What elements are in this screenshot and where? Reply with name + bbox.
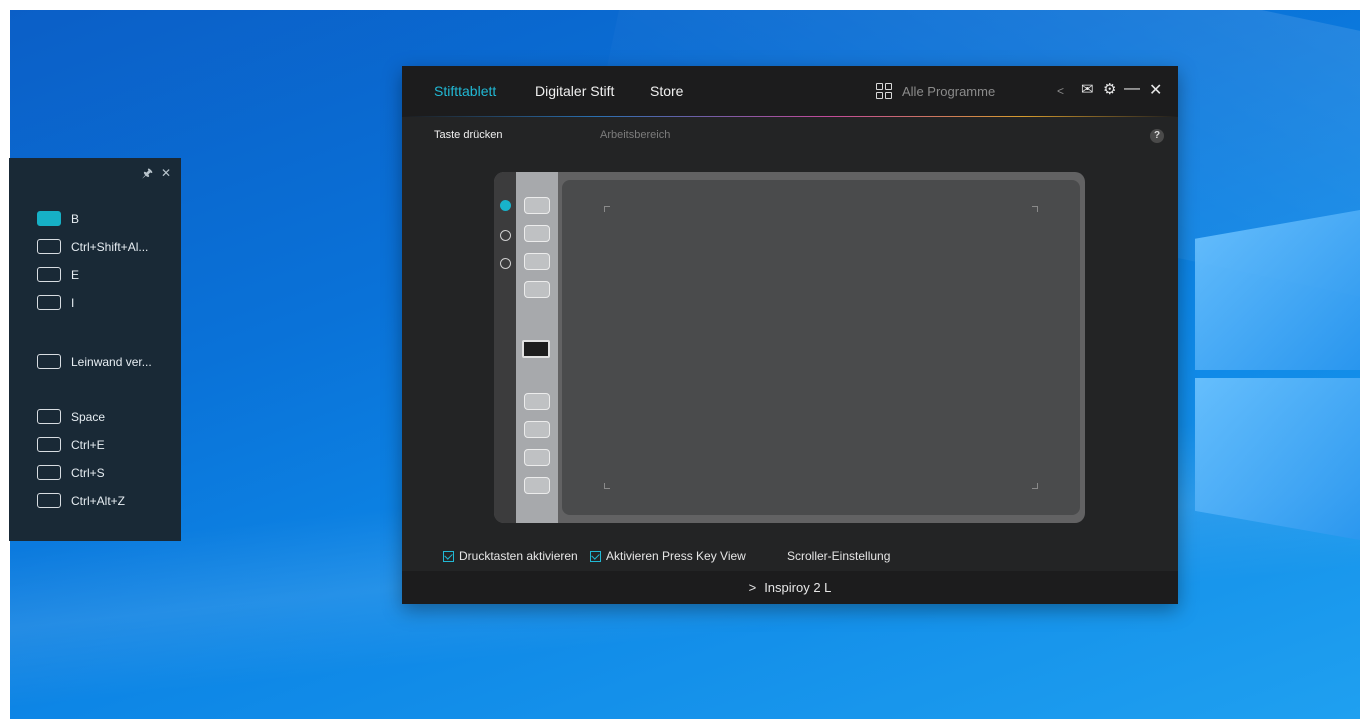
help-icon[interactable]: ?	[1150, 129, 1164, 143]
key-label: E	[71, 267, 80, 282]
key-indicator	[37, 465, 61, 480]
key-indicator	[37, 239, 61, 254]
tab-store[interactable]: Store	[650, 83, 683, 99]
panel-tools: 🖈 ✕	[134, 164, 171, 185]
checkbox-icon[interactable]	[590, 550, 601, 562]
grid-icon	[876, 83, 892, 99]
chevron-left-icon[interactable]: <	[1057, 84, 1064, 98]
tab-stifttablett[interactable]: Stifttablett	[434, 83, 496, 99]
tablet-key-2[interactable]	[524, 225, 550, 242]
minimize-icon[interactable]: —	[1124, 80, 1140, 98]
subtab-taste-druecken[interactable]: Taste drücken	[434, 129, 502, 141]
checkbox-press-key-view[interactable]: Aktivieren Press Key View	[590, 549, 746, 563]
chevron-right-icon: >	[748, 580, 757, 595]
corner-mark	[1032, 206, 1038, 212]
key-indicator-dot	[500, 230, 511, 241]
divider	[402, 116, 1178, 117]
key-item[interactable]: Ctrl+E	[37, 437, 105, 452]
tablet-key-1[interactable]	[524, 197, 550, 214]
device-name: Inspiroy 2 L	[764, 580, 832, 595]
driver-window: Stifttablett Digitaler Stift Store Alle …	[402, 66, 1178, 604]
key-label: Ctrl+S	[71, 465, 105, 480]
program-selector[interactable]: Alle Programme <	[876, 80, 1064, 102]
key-label: Space	[71, 409, 106, 424]
key-item[interactable]: B	[37, 211, 79, 226]
corner-mark	[1032, 483, 1038, 489]
close-icon[interactable]: ✕	[1149, 80, 1162, 100]
key-item[interactable]: E	[37, 267, 79, 282]
tablet-key-3[interactable]	[524, 253, 550, 270]
key-item[interactable]: Leinwand ver...	[37, 354, 152, 369]
program-selector-label: Alle Programme	[902, 83, 996, 99]
tablet-key-6[interactable]	[524, 421, 550, 438]
subtab-arbeitsbereich[interactable]: Arbeitsbereich	[600, 129, 670, 141]
key-item[interactable]: I	[37, 295, 74, 310]
gear-icon[interactable]: ⚙	[1103, 80, 1116, 98]
corner-mark	[604, 206, 610, 212]
pin-icon[interactable]: 🖈	[142, 166, 153, 180]
press-key-panel: 🖈 ✕ B Ctrl+Shift+Al... E I Leinwand ver..…	[9, 158, 181, 541]
key-item[interactable]: Space	[37, 409, 105, 424]
key-label: B	[71, 211, 80, 226]
tablet-key-4[interactable]	[524, 281, 550, 298]
key-indicator	[37, 409, 61, 424]
corner-mark	[604, 483, 610, 489]
key-label: Leinwand ver...	[71, 354, 152, 369]
key-indicator	[37, 267, 61, 282]
key-label: Ctrl+E	[71, 437, 105, 452]
mail-icon[interactable]: ✉	[1081, 80, 1094, 98]
key-indicator-dot	[500, 200, 511, 211]
tablet-illustration	[494, 172, 1085, 523]
key-indicator-dot	[500, 258, 511, 269]
checkbox-label: Aktivieren Press Key View	[606, 549, 746, 563]
scroll-roller[interactable]	[522, 340, 550, 358]
scroller-settings-link[interactable]: Scroller-Einstellung	[787, 549, 890, 563]
key-indicator	[37, 354, 61, 369]
tablet-key-8[interactable]	[524, 477, 550, 494]
active-area	[562, 180, 1080, 515]
tablet-side	[494, 172, 516, 523]
key-indicator	[37, 493, 61, 508]
key-item[interactable]: Ctrl+Alt+Z	[37, 493, 125, 508]
key-indicator	[37, 437, 61, 452]
key-label: Ctrl+Alt+Z	[71, 493, 126, 508]
key-item[interactable]: Ctrl+S	[37, 465, 105, 480]
key-label: Ctrl+Shift+Al...	[71, 239, 149, 254]
checkbox-drucktasten[interactable]: Drucktasten aktivieren	[443, 549, 578, 563]
device-footer[interactable]: > Inspiroy 2 L	[402, 571, 1178, 604]
checkbox-label: Drucktasten aktivieren	[459, 549, 578, 563]
tablet-key-7[interactable]	[524, 449, 550, 466]
close-icon[interactable]: ✕	[161, 166, 171, 180]
top-bar: Stifttablett Digitaler Stift Store Alle …	[402, 66, 1178, 116]
tablet-key-5[interactable]	[524, 393, 550, 410]
key-item[interactable]: Ctrl+Shift+Al...	[37, 239, 148, 254]
checkbox-icon[interactable]	[443, 550, 454, 562]
key-indicator	[37, 295, 61, 310]
key-indicator	[37, 211, 61, 226]
tab-digitaler-stift[interactable]: Digitaler Stift	[535, 83, 614, 99]
key-label: I	[71, 295, 75, 310]
windows-logo	[1195, 210, 1360, 540]
